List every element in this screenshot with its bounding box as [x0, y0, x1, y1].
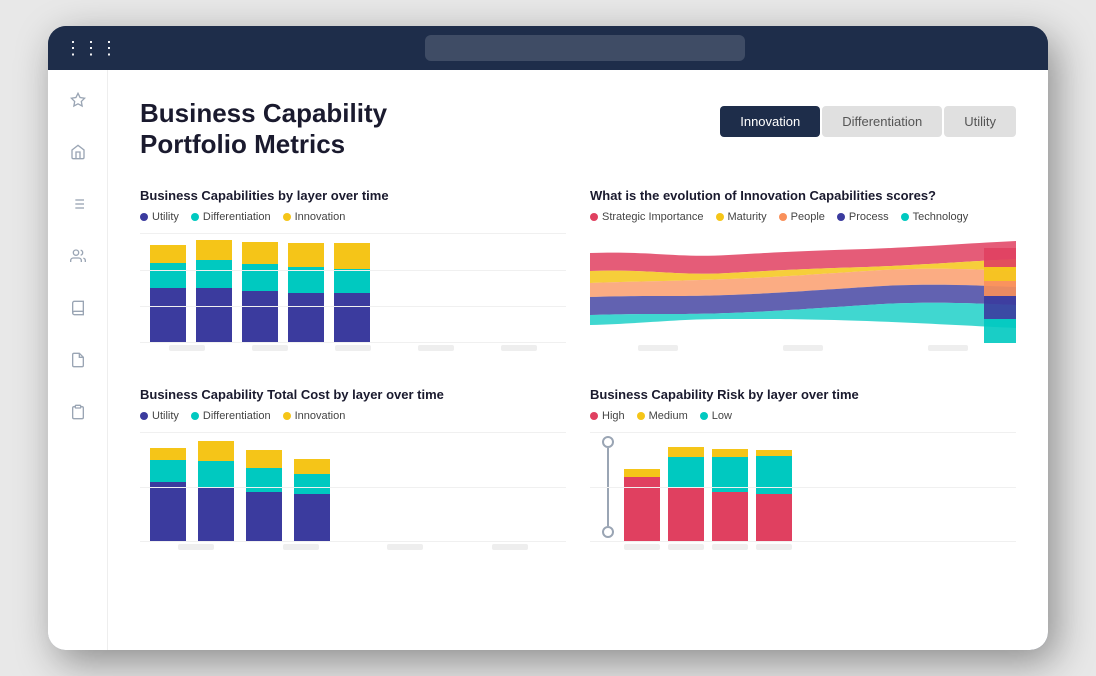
chart-3: Business Capability Total Cost by layer … — [140, 387, 566, 562]
bar-group — [242, 242, 278, 343]
tab-differentiation[interactable]: Differentiation — [822, 106, 942, 137]
legend-dot-medium — [637, 412, 645, 420]
legend-dot-high — [590, 412, 598, 420]
chart-1-legend: Utility Differentiation Innovation — [140, 211, 566, 223]
bar-group — [712, 449, 748, 542]
charts-grid: Business Capabilities by layer over time… — [140, 188, 1016, 562]
address-bar[interactable] — [425, 35, 745, 61]
chart-1-area — [140, 233, 566, 363]
chart-4-title: Business Capability Risk by layer over t… — [590, 387, 1016, 402]
chart-2-area — [590, 233, 1016, 343]
bar-group — [196, 240, 232, 343]
timeline — [600, 432, 616, 542]
page-header: Business Capability Portfolio Metrics In… — [140, 98, 1016, 160]
chart-4-area — [590, 432, 1016, 562]
legend-dot-process — [837, 213, 845, 221]
sidebar-icon-star[interactable] — [64, 86, 92, 114]
sidebar-icon-clipboard[interactable] — [64, 398, 92, 426]
bar-group — [246, 450, 282, 542]
legend-dot-people — [779, 213, 787, 221]
chart-4-legend: High Medium Low — [590, 410, 1016, 422]
title-line1: Business Capability — [140, 98, 387, 129]
chart-2-legend: Strategic Importance Maturity People — [590, 211, 1016, 223]
sidebar-icon-users[interactable] — [64, 242, 92, 270]
legend-dot-low — [700, 412, 708, 420]
browser-bar: ⋮⋮⋮ — [48, 26, 1048, 70]
sidebar-icon-book[interactable] — [64, 294, 92, 322]
legend-dot-innov-3 — [283, 412, 291, 420]
bar-group — [756, 450, 792, 542]
legend-diff: Differentiation — [191, 211, 271, 223]
chart-3-legend: Utility Differentiation Innovation — [140, 410, 566, 422]
bar-group — [668, 447, 704, 542]
chart-3-title: Business Capability Total Cost by layer … — [140, 387, 566, 402]
bar-group — [334, 243, 370, 343]
browser-body: Business Capability Portfolio Metrics In… — [48, 70, 1048, 650]
bar-chart-3 — [140, 432, 566, 542]
tab-innovation[interactable]: Innovation — [720, 106, 820, 137]
bar-chart-1 — [140, 233, 566, 343]
tab-group: Innovation Differentiation Utility — [720, 106, 1016, 137]
bar-group — [150, 448, 186, 542]
legend-dot-maturity — [716, 213, 724, 221]
sidebar-icon-file[interactable] — [64, 346, 92, 374]
legend-dot-utility — [140, 213, 148, 221]
bar-group — [288, 243, 324, 343]
legend-dot-utility-3 — [140, 412, 148, 420]
legend-innov: Innovation — [283, 211, 346, 223]
sidebar — [48, 70, 108, 650]
legend-utility: Utility — [140, 211, 179, 223]
chart-1: Business Capabilities by layer over time… — [140, 188, 566, 363]
bar-group — [294, 459, 330, 542]
bar-group — [198, 441, 234, 542]
chart-1-title: Business Capabilities by layer over time — [140, 188, 566, 203]
chart-4: Business Capability Risk by layer over t… — [590, 387, 1016, 562]
main-content: Business Capability Portfolio Metrics In… — [108, 70, 1048, 650]
legend-dot-diff — [191, 213, 199, 221]
timeline-dot-top — [602, 436, 614, 448]
browser-shell: ⋮⋮⋮ — [48, 26, 1048, 650]
browser-grid-icon: ⋮⋮⋮ — [64, 38, 118, 59]
chart-2-title: What is the evolution of Innovation Capa… — [590, 188, 1016, 203]
sidebar-icon-list[interactable] — [64, 190, 92, 218]
title-line2: Portfolio Metrics — [140, 129, 387, 160]
timeline-connector — [607, 448, 609, 526]
chart-3-area — [140, 432, 566, 562]
timeline-dot-bottom — [602, 526, 614, 538]
tab-utility[interactable]: Utility — [944, 106, 1016, 137]
page-title: Business Capability Portfolio Metrics — [140, 98, 387, 160]
legend-dot-technology — [901, 213, 909, 221]
legend-dot-diff-3 — [191, 412, 199, 420]
bar-group — [150, 245, 186, 343]
legend-dot-innov — [283, 213, 291, 221]
chart-2: What is the evolution of Innovation Capa… — [590, 188, 1016, 363]
sidebar-icon-home[interactable] — [64, 138, 92, 166]
bar-group — [624, 469, 660, 542]
legend-dot-strategic — [590, 213, 598, 221]
x-labels-1 — [140, 343, 566, 351]
